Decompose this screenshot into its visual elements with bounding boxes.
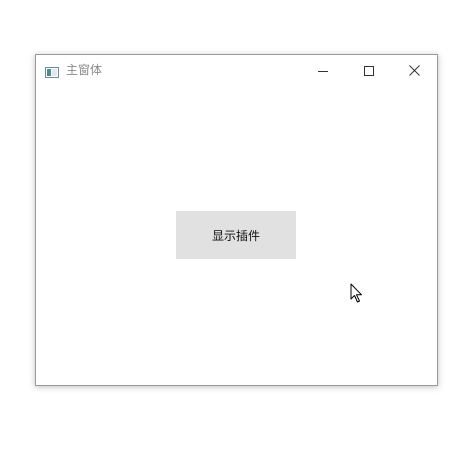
window-title: 主窗体 xyxy=(66,63,103,77)
title-bar[interactable]: 主窗体 xyxy=(36,55,437,85)
main-window: 主窗体 显示插件 xyxy=(35,54,438,386)
maximize-icon xyxy=(364,61,374,80)
show-plugin-button[interactable]: 显示插件 xyxy=(176,211,296,259)
minimize-button[interactable] xyxy=(300,55,346,85)
minimize-icon xyxy=(318,61,328,80)
close-button[interactable] xyxy=(391,55,437,85)
close-icon xyxy=(408,61,420,80)
app-window-icon xyxy=(45,63,59,78)
mouse-pointer-icon xyxy=(350,283,364,304)
maximize-button[interactable] xyxy=(346,55,392,85)
